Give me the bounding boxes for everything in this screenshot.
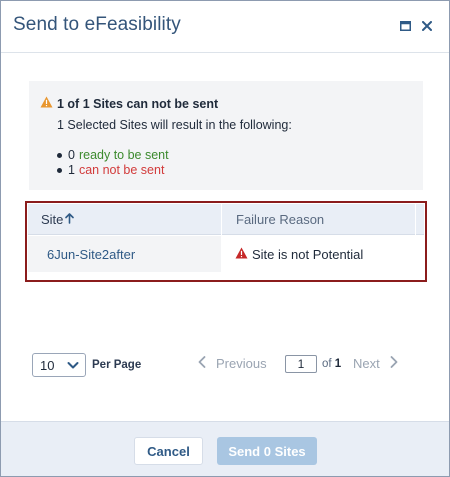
chevron-right-icon [390,356,398,371]
bullet-icon [57,168,62,173]
chevron-down-icon [67,359,79,374]
summary-list: 0 ready to be sent 1 can not be sent [57,148,169,178]
close-icon[interactable] [419,18,435,34]
previous-page-button[interactable]: Previous [198,356,267,371]
sites-table: Site Failure Reason 6Jun-Site2after Site… [25,201,427,282]
sort-ascending-icon[interactable] [65,212,75,227]
not-sent-label: can not be sent [78,163,165,177]
list-item-not-sent: 1 can not be sent [57,163,169,178]
failure-reason-text: Site is not Potential [252,246,364,262]
dialog-footer: Cancel Send 0 Sites [1,421,449,476]
send-to-efeasibility-dialog: Send to eFeasibility 1 of 1 Sites can no… [0,0,450,477]
cancel-button[interactable]: Cancel [134,437,203,465]
ready-label: ready to be sent [78,148,169,162]
not-sent-count: 1 [68,163,75,177]
list-item-ready: 0 ready to be sent [57,148,169,163]
of-label: of [322,358,332,370]
send-summary-panel: 1 of 1 Sites can not be sent 1 Selected … [29,81,423,190]
dialog-header: Send to eFeasibility [1,1,449,53]
table-header: Site Failure Reason [28,204,424,235]
column-header-failure-reason[interactable]: Failure Reason [236,204,416,235]
table-row: 6Jun-Site2after Site is not Potential [28,236,424,272]
page-size-select[interactable]: 10 [32,353,86,377]
column-divider [415,204,416,235]
per-page-label: Per Page [92,359,142,371]
next-page-button[interactable]: Next [353,356,398,371]
page-number-input[interactable]: 1 [285,355,317,373]
summary-heading-row: 1 of 1 Sites can not be sent [40,95,218,113]
warning-icon [40,95,53,113]
error-icon [235,247,248,262]
chevron-left-icon [198,356,206,371]
site-link[interactable]: 6Jun-Site2after [28,236,221,272]
summary-subtext: 1 Selected Sites will result in the foll… [57,118,292,132]
next-label: Next [353,356,380,371]
previous-label: Previous [216,356,267,371]
bullet-icon [57,153,62,158]
pagination-bar: 10 Per Page Previous 1 of 1 Next [1,349,449,379]
page-size-value: 10 [40,357,55,373]
total-pages: 1 [334,358,342,370]
maximize-icon[interactable] [397,18,413,34]
column-header-site[interactable]: Site [41,204,221,235]
ready-count: 0 [68,148,75,162]
summary-heading: 1 of 1 Sites can not be sent [57,97,219,111]
dialog-title: Send to eFeasibility [13,14,181,35]
page-total: of 1 [322,358,341,370]
failure-reason-cell: Site is not Potential [221,236,424,272]
column-header-site-label: Site [41,212,64,227]
column-divider [221,204,222,235]
send-sites-button[interactable]: Send 0 Sites [217,437,317,465]
